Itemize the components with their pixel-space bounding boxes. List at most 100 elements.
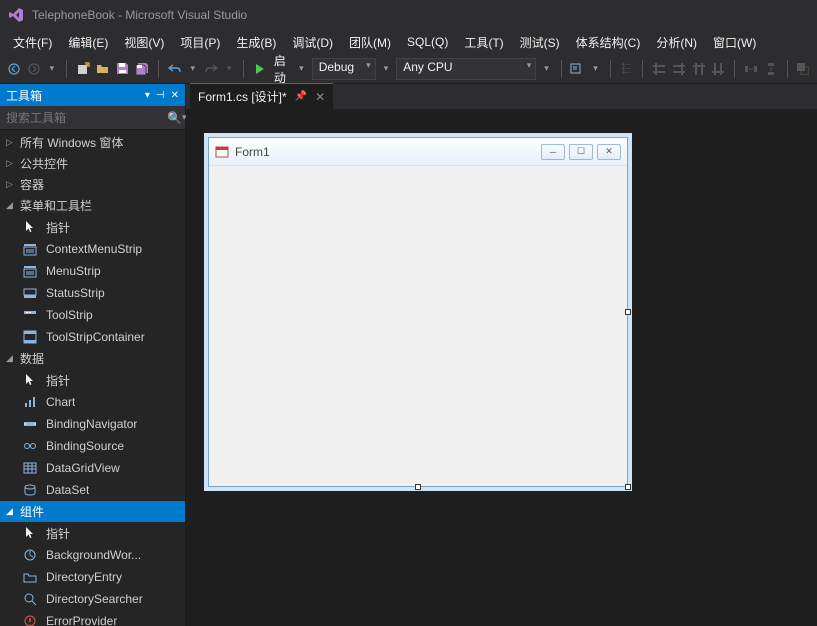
toolbox-item[interactable]: DirectorySearcher — [0, 588, 185, 610]
menu-item[interactable]: 生成(B) — [229, 32, 283, 53]
toolbox-header[interactable]: 工具箱 ▾ ⊣ ✕ — [0, 84, 185, 106]
item-label: MenuStrip — [46, 264, 101, 278]
form-body[interactable] — [209, 166, 627, 486]
toolbox-tree[interactable]: ▷所有 Windows 窗体▷公共控件▷容器◢菜单和工具栏指针ContextMe… — [0, 130, 185, 626]
save-all-button[interactable] — [134, 58, 150, 80]
item-label: ToolStrip — [46, 308, 93, 322]
toolbox-item[interactable]: DirectoryEntry — [0, 566, 185, 588]
pointer-icon — [22, 525, 38, 541]
nav-back-button[interactable] — [6, 58, 22, 80]
toolbox-item[interactable]: DataGridView — [0, 457, 185, 479]
toolbox-group[interactable]: ▷公共控件 — [0, 153, 185, 174]
history-dropdown[interactable]: ▾ — [46, 63, 59, 74]
menu-item[interactable]: 工具(T) — [457, 32, 510, 53]
start-button[interactable] — [252, 58, 268, 80]
nav-forward-button — [26, 58, 42, 80]
order-button — [795, 58, 811, 80]
toolbox-item[interactable]: StatusStrip — [0, 282, 185, 304]
layout-2-button — [671, 58, 687, 80]
config-combo[interactable]: Debug — [312, 58, 376, 80]
menu-item[interactable]: 编辑(E) — [61, 32, 115, 53]
find-button[interactable] — [569, 58, 585, 80]
search-icon[interactable]: 🔍 — [167, 111, 182, 125]
new-project-button[interactable] — [75, 58, 91, 80]
toolbox-item[interactable]: 指针 — [0, 522, 185, 544]
toolbox-group[interactable]: ◢ 数据 — [0, 348, 185, 369]
toolbox-item[interactable]: ErrorProvider — [0, 610, 185, 626]
bg-icon — [22, 547, 38, 563]
toolbox-panel: 工具箱 ▾ ⊣ ✕ 🔍 ▾ ▷所有 Windows 窗体▷公共控件▷容器◢菜单和… — [0, 84, 186, 626]
expand-icon: ◢ — [6, 353, 16, 364]
group-label: 所有 Windows 窗体 — [20, 134, 123, 151]
toolbox-item[interactable]: BackgroundWor... — [0, 544, 185, 566]
pin-icon[interactable]: ⊣ — [156, 90, 165, 101]
toolbox-group[interactable]: ◢组件 — [0, 501, 185, 522]
layout-1-button — [651, 58, 667, 80]
toolbox-item[interactable]: BindingNavigator — [0, 413, 185, 435]
menu-item[interactable]: 项目(P) — [173, 32, 227, 53]
toolbox-item[interactable]: DataSet — [0, 479, 185, 501]
form-icon — [215, 145, 229, 159]
find-dropdown[interactable]: ▾ — [589, 63, 602, 74]
open-file-button[interactable] — [95, 58, 111, 80]
toolbox-search-input[interactable] — [0, 111, 167, 125]
collapse-icon: ▷ — [6, 179, 16, 190]
tab-pin-icon[interactable]: 📌 — [295, 91, 307, 102]
menu-item[interactable]: 测试(S) — [513, 32, 567, 53]
pointer-icon — [22, 372, 38, 388]
form-title: Form1 — [235, 145, 535, 159]
menu-item[interactable]: 体系结构(C) — [569, 32, 648, 53]
menu-item[interactable]: 分析(N) — [649, 32, 704, 53]
collapse-icon: ▷ — [6, 158, 16, 169]
resize-handle-se[interactable] — [625, 484, 631, 490]
form-window[interactable]: Form1 ─ ☐ ✕ — [208, 137, 628, 487]
item-label: 指针 — [46, 525, 70, 542]
err-icon — [22, 613, 38, 626]
start-dropdown[interactable]: ▾ — [295, 63, 308, 74]
config-dropdown[interactable]: ▾ — [380, 63, 393, 74]
menu-item[interactable]: 调试(D) — [285, 32, 340, 53]
toolbox-item[interactable]: Chart — [0, 391, 185, 413]
toolbox-item[interactable]: ToolStripContainer — [0, 326, 185, 348]
resize-handle-s[interactable] — [415, 484, 421, 490]
menu-item[interactable]: 文件(F) — [6, 32, 59, 53]
undo-button[interactable] — [167, 58, 183, 80]
undo-dropdown[interactable]: ▾ — [187, 63, 200, 74]
form-designer[interactable]: Form1 ─ ☐ ✕ — [186, 109, 817, 626]
save-button[interactable] — [114, 58, 130, 80]
toolbox-item[interactable]: 指针 — [0, 369, 185, 391]
platform-dropdown[interactable]: ▾ — [540, 63, 553, 74]
close-icon[interactable]: ✕ — [171, 90, 179, 101]
item-label: BindingNavigator — [46, 417, 137, 431]
menu-item[interactable]: 视图(V) — [117, 32, 171, 53]
expand-icon: ◢ — [6, 506, 16, 517]
menu-icon — [22, 241, 38, 257]
toolbox-group[interactable]: ▷所有 Windows 窗体 — [0, 132, 185, 153]
item-label: DirectorySearcher — [46, 592, 143, 606]
menu-item[interactable]: 团队(M) — [342, 32, 398, 53]
tab-form1[interactable]: Form1.cs [设计]* 📌 ✕ — [190, 83, 333, 109]
window-title: TelephoneBook - Microsoft Visual Studio — [32, 8, 247, 22]
platform-combo[interactable]: Any CPU — [396, 58, 536, 80]
toolbox-item[interactable]: 指针 — [0, 216, 185, 238]
align-left-button: ⬱ — [619, 58, 635, 80]
form-close-button: ✕ — [597, 144, 621, 160]
tool-icon — [22, 307, 38, 323]
toolbox-item[interactable]: MenuStrip — [0, 260, 185, 282]
toolbox-group[interactable]: ◢菜单和工具栏 — [0, 195, 185, 216]
panel-dropdown-icon[interactable]: ▾ — [145, 90, 150, 101]
tab-close-icon[interactable]: ✕ — [315, 90, 325, 104]
toolbox-search[interactable]: 🔍 ▾ — [0, 106, 185, 130]
container-icon — [22, 329, 38, 345]
editor-area: Form1.cs [设计]* 📌 ✕ Form1 ─ ☐ ✕ — [186, 84, 817, 626]
resize-handle-e[interactable] — [625, 309, 631, 315]
group-label: 数据 — [20, 350, 44, 367]
menu-item[interactable]: 窗口(W) — [706, 32, 763, 53]
toolbox-item[interactable]: BindingSource — [0, 435, 185, 457]
start-label[interactable]: 启动 — [274, 52, 291, 86]
toolbox-item[interactable]: ContextMenuStrip — [0, 238, 185, 260]
layout-3-button — [691, 58, 707, 80]
menu-item[interactable]: SQL(Q) — [400, 33, 455, 51]
toolbox-group[interactable]: ▷容器 — [0, 174, 185, 195]
toolbox-item[interactable]: ToolStrip — [0, 304, 185, 326]
